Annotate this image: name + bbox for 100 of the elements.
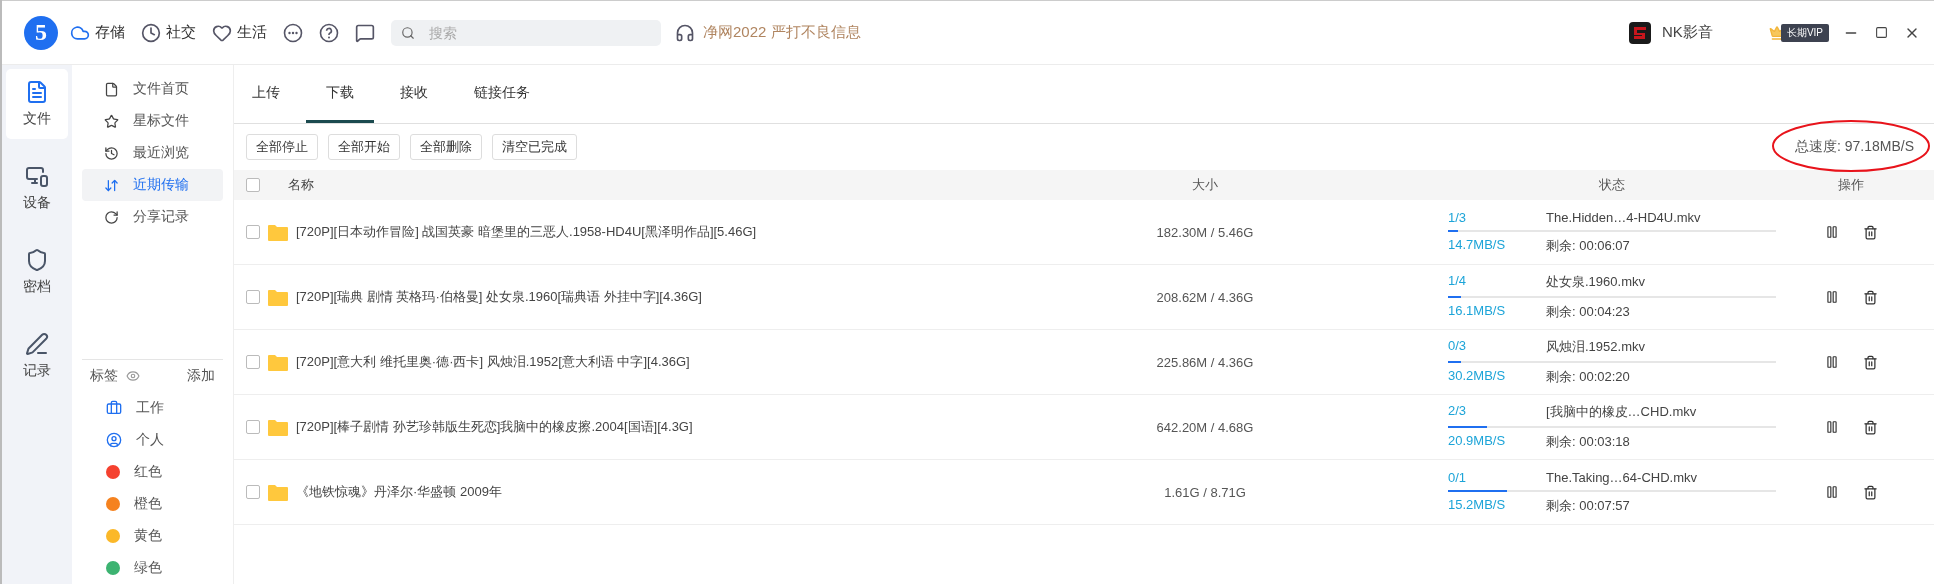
download-speed: 15.2MB/S: [1448, 496, 1507, 514]
nav-item[interactable]: 生活: [212, 22, 267, 43]
rail-item[interactable]: 文件: [6, 69, 68, 139]
tag-item[interactable]: 红色: [82, 456, 223, 488]
menu-item[interactable]: 最近浏览: [82, 137, 223, 169]
file-icon: [25, 80, 49, 104]
parts-count: 2/3: [1448, 403, 1468, 420]
time-remaining: 剩余: 00:02:20: [1546, 368, 1631, 386]
select-all-checkbox[interactable]: [246, 178, 260, 192]
rail-item[interactable]: 密档: [6, 237, 68, 307]
action-button[interactable]: 清空已完成: [492, 134, 577, 160]
size-text: 1.61G / 8.71G: [1163, 484, 1247, 500]
pause-icon[interactable]: [1824, 354, 1839, 369]
transfer-icon: [104, 177, 119, 193]
parts-count: 1/4: [1448, 273, 1468, 290]
pause-icon[interactable]: [1824, 419, 1839, 434]
size-text: 225.86M / 4.36G: [1155, 354, 1255, 370]
vip-badge[interactable]: 长期VIP: [1780, 23, 1829, 42]
action-button[interactable]: 全部删除: [410, 134, 482, 160]
heart-icon: [212, 22, 232, 43]
delete-icon[interactable]: [1862, 484, 1878, 500]
avatar-icon[interactable]: [1628, 20, 1653, 45]
tag-item[interactable]: 个人: [82, 424, 223, 456]
add-link[interactable]: 添加: [187, 367, 215, 385]
action-button[interactable]: 全部开始: [328, 134, 400, 160]
action-button[interactable]: 全部停止: [246, 134, 318, 160]
person-icon: [106, 432, 122, 448]
help-icon[interactable]: [319, 22, 339, 43]
download-speed: 20.9MB/S: [1448, 433, 1507, 450]
clock-icon: [141, 22, 161, 43]
tab[interactable]: 链接任务: [454, 65, 550, 123]
user-name[interactable]: NK影音: [1662, 23, 1713, 42]
row-checkbox[interactable]: [246, 355, 260, 369]
download-speed: 14.7MB/S: [1448, 236, 1507, 254]
delete-icon[interactable]: [1862, 289, 1878, 305]
folder-icon: [268, 288, 288, 306]
row-checkbox[interactable]: [246, 485, 260, 499]
menu-item[interactable]: 分享记录: [82, 201, 223, 233]
message-icon[interactable]: [355, 22, 375, 43]
download-speed: 16.1MB/S: [1448, 303, 1507, 320]
nav-item[interactable]: 社交: [141, 22, 196, 43]
column-header: 大小: [1191, 176, 1219, 194]
row-checkbox[interactable]: [246, 420, 260, 434]
time-remaining: 剩余: 00:06:07: [1546, 236, 1631, 255]
headphones-icon: [675, 22, 695, 43]
parts-count: 0/3: [1448, 338, 1468, 355]
menu-item[interactable]: 文件首页: [82, 73, 223, 105]
app-logo[interactable]: 5: [24, 15, 58, 50]
delete-icon[interactable]: [1862, 224, 1878, 240]
rail-item[interactable]: 记录: [6, 321, 68, 391]
column-header: 状态: [1598, 176, 1626, 194]
pause-icon[interactable]: [1824, 289, 1839, 304]
delete-icon[interactable]: [1862, 354, 1878, 370]
more-icon[interactable]: [283, 22, 303, 43]
tab[interactable]: 下载: [306, 65, 374, 123]
folder-icon: [268, 418, 288, 436]
tag-item[interactable]: 橙色: [82, 488, 223, 520]
folder-icon: [268, 353, 288, 371]
menu-item[interactable]: 近期传输: [82, 169, 223, 201]
row-checkbox[interactable]: [246, 290, 260, 304]
column-header: 操作: [1837, 176, 1865, 194]
size-text: 182.30M / 5.46G: [1155, 224, 1255, 240]
tag-item[interactable]: 黄色: [82, 520, 223, 552]
rail-item[interactable]: 设备: [6, 153, 68, 223]
current-file: The.Taking…64-CHD.mkv: [1546, 469, 1698, 485]
tag-item[interactable]: 绿色: [82, 552, 223, 584]
tab[interactable]: 接收: [380, 65, 448, 123]
pause-icon[interactable]: [1824, 484, 1839, 499]
nav-item[interactable]: 存储: [70, 22, 125, 43]
time-remaining: 剩余: 00:04:23: [1546, 303, 1631, 321]
share-icon: [104, 209, 119, 225]
devices-icon: [25, 164, 49, 188]
menu-item[interactable]: 星标文件: [82, 105, 223, 137]
size-text: 642.20M / 4.68G: [1155, 419, 1255, 435]
file-name: [720P][瑞典 剧情 英格玛·伯格曼] 处女泉.1960[瑞典语 外挂中字][4.36G]: [296, 288, 702, 306]
current-file: 风烛泪.1952.mkv: [1546, 338, 1646, 356]
briefcase-icon: [106, 400, 122, 416]
file-name: [720P][棒子剧情 孙艺珍韩版生死恋]我脑中的橡皮擦.2004[国语][4.3G]: [296, 418, 693, 436]
pause-icon[interactable]: [1824, 224, 1839, 239]
current-file: The.Hidden…4-HD4U.mkv: [1546, 209, 1702, 225]
row-checkbox[interactable]: [246, 225, 260, 239]
search-field[interactable]: 搜索: [391, 19, 661, 46]
shield-icon: [25, 248, 49, 272]
file-name: 《地铁惊魂》丹泽尔·华盛顿 2009年: [296, 483, 502, 501]
delete-icon[interactable]: [1862, 419, 1878, 435]
total-speed: 总速度: 97.18MB/S: [1794, 138, 1914, 156]
tab[interactable]: 上传: [252, 65, 300, 123]
parts-count: 0/1: [1448, 469, 1468, 485]
current-file: [我脑中的橡皮…CHD.mkv: [1546, 403, 1698, 421]
tags-title: 标签: [90, 367, 118, 385]
eye-icon[interactable]: [126, 369, 140, 383]
file-name: [720P][日本动作冒险] 战国英豪 暗堡里的三恶人.1958-HD4U[黑泽明作品][5.46G]: [296, 223, 757, 241]
tag-item[interactable]: 工作: [82, 392, 223, 424]
time-remaining: 剩余: 00:03:18: [1546, 433, 1631, 451]
maximize-icon[interactable]: [1875, 26, 1888, 39]
folder-icon: [268, 483, 288, 501]
column-header: 名称: [288, 176, 314, 194]
file-icon: [104, 81, 119, 97]
search-icon: [401, 25, 415, 40]
pencil-icon: [25, 332, 49, 356]
